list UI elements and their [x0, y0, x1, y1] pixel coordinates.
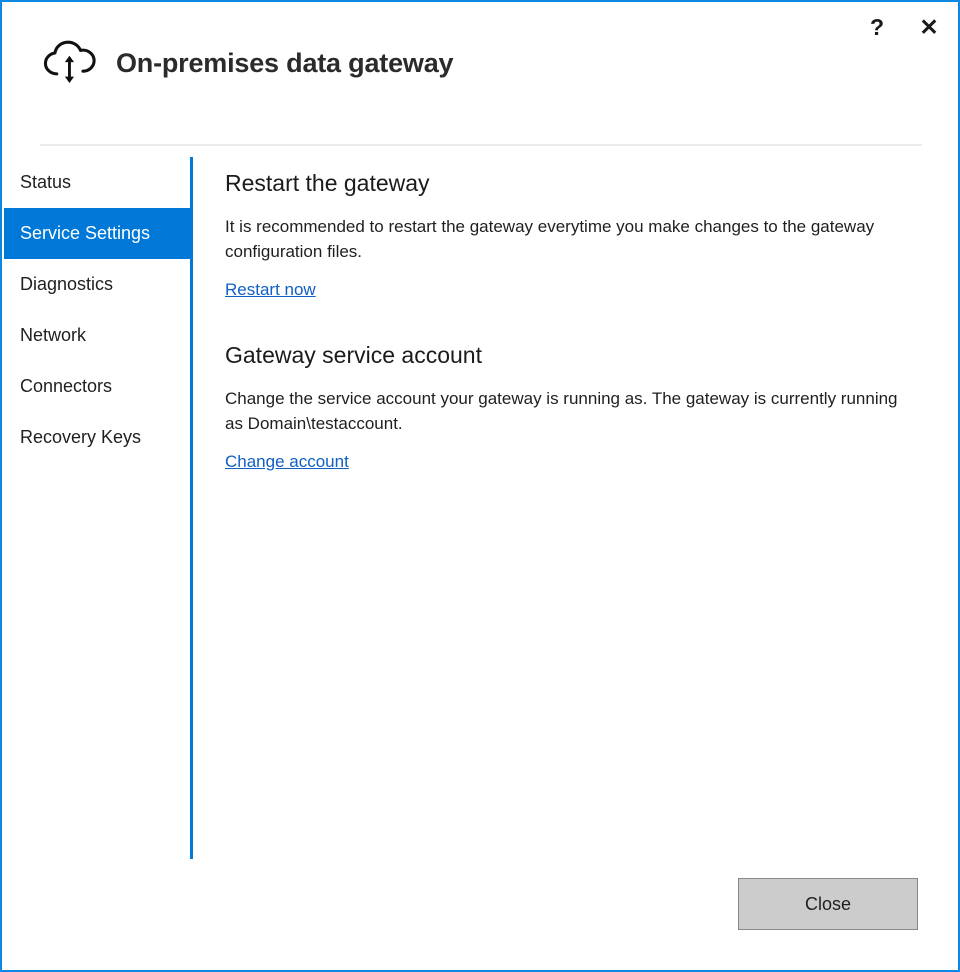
sidebar-item-diagnostics[interactable]: Diagnostics: [4, 259, 191, 310]
close-button[interactable]: Close: [738, 878, 918, 930]
help-button[interactable]: ?: [862, 12, 892, 42]
sidebar-item-label: Diagnostics: [20, 274, 114, 294]
change-account-link[interactable]: Change account: [225, 452, 349, 472]
page-title: On-premises data gateway: [116, 47, 454, 78]
sidebar-item-label: Network: [20, 325, 87, 345]
sidebar-item-label: Status: [20, 172, 72, 192]
gateway-service-account-section: Gateway service account Change the servi…: [225, 342, 920, 472]
header-divider: [40, 144, 922, 146]
sidebar-item-connectors[interactable]: Connectors: [4, 361, 191, 412]
sidebar-item-recovery-keys[interactable]: Recovery Keys: [4, 412, 191, 463]
question-mark-icon: ?: [869, 13, 885, 40]
sidebar-item-label: Recovery Keys: [20, 427, 142, 447]
section-heading: Gateway service account: [225, 341, 482, 368]
gateway-configuration-window: ? ✕ On-premises data gateway Status Serv…: [0, 0, 960, 972]
close-window-button[interactable]: ✕: [914, 12, 944, 42]
close-x-icon: ✕: [919, 13, 939, 40]
section-heading: Restart the gateway: [225, 170, 430, 196]
app-header: On-premises data gateway: [40, 34, 454, 92]
restart-now-link[interactable]: Restart now: [225, 280, 316, 300]
sidebar-item-status[interactable]: Status: [4, 157, 191, 208]
sidebar-item-service-settings[interactable]: Service Settings: [4, 208, 191, 259]
restart-gateway-section: Restart the gateway It is recommended to…: [225, 170, 920, 300]
cloud-with-up-down-arrow-icon: [43, 40, 96, 83]
sidebar-accent-rule: [190, 157, 193, 859]
section-description: Change the service account your gateway …: [225, 388, 898, 433]
sidebar-item-label: Service Settings: [20, 223, 151, 243]
section-description: It is recommended to restart the gateway…: [225, 216, 875, 261]
titlebar-controls: ? ✕: [862, 12, 944, 42]
sidebar-item-label: Connectors: [20, 376, 113, 396]
sidebar-item-network[interactable]: Network: [4, 310, 191, 361]
main-content: Restart the gateway It is recommended to…: [225, 170, 920, 472]
sidebar-nav: Status Service Settings Diagnostics Netw…: [4, 157, 191, 463]
